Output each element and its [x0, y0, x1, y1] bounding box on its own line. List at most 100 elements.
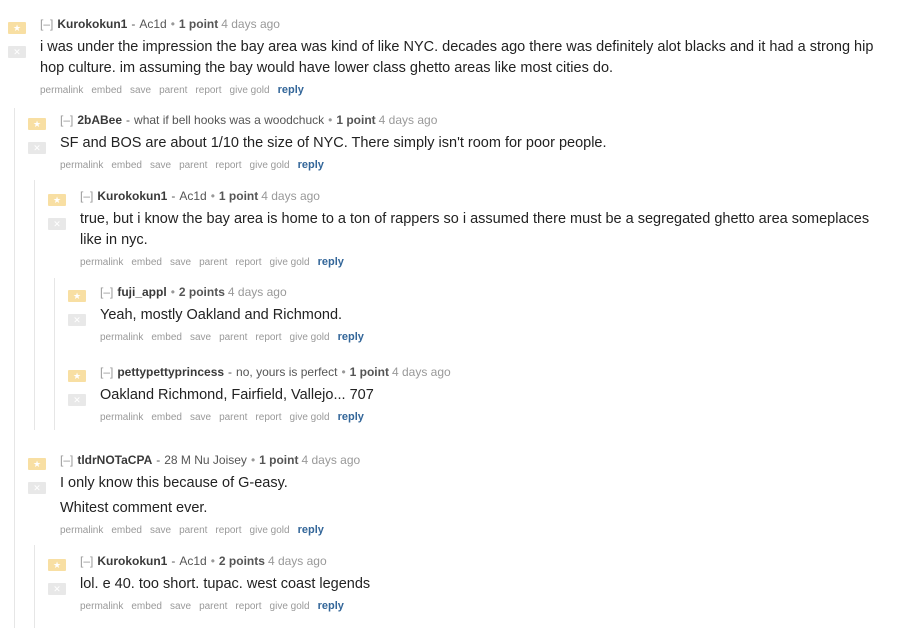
- reply-link[interactable]: reply: [278, 84, 304, 96]
- comment-author[interactable]: Kurokokun1: [97, 554, 167, 568]
- comment-author[interactable]: fuji_appl: [117, 285, 166, 299]
- reply-link[interactable]: reply: [318, 256, 344, 268]
- downvote-icon[interactable]: ✕: [48, 583, 66, 595]
- report-link[interactable]: report: [195, 85, 221, 96]
- parent-link[interactable]: parent: [179, 525, 207, 536]
- comment-author[interactable]: Kurokokun1: [97, 189, 167, 203]
- collapse-toggle[interactable]: [–]: [100, 285, 113, 299]
- comment-timestamp: 4 days ago: [221, 17, 280, 31]
- report-link[interactable]: report: [255, 412, 281, 423]
- parent-link[interactable]: parent: [219, 412, 247, 423]
- upvote-icon[interactable]: ★: [68, 290, 86, 302]
- embed-link[interactable]: embed: [91, 85, 122, 96]
- thread-line: [54, 278, 55, 430]
- permalink-link[interactable]: permalink: [100, 332, 143, 343]
- save-link[interactable]: save: [150, 160, 171, 171]
- permalink-link[interactable]: permalink: [60, 525, 103, 536]
- comment-actions: permalink embed save parent report give gold r…: [40, 83, 890, 98]
- save-link[interactable]: save: [190, 412, 211, 423]
- comment-score: 1 point: [259, 453, 299, 467]
- give-gold-link[interactable]: give gold: [250, 160, 290, 171]
- flair-separator: -: [171, 189, 176, 203]
- give-gold-link[interactable]: give gold: [270, 257, 310, 268]
- save-link[interactable]: save: [150, 525, 171, 536]
- give-gold-link[interactable]: give gold: [250, 525, 290, 536]
- comment-text: i was under the impression the bay area …: [40, 39, 874, 76]
- comment-body: Oakland Richmond, Fairfield, Vallejo... …: [100, 385, 890, 406]
- reply-link[interactable]: reply: [338, 411, 364, 423]
- downvote-icon[interactable]: ✕: [48, 218, 66, 230]
- downvote-icon[interactable]: ✕: [68, 394, 86, 406]
- collapse-toggle[interactable]: [–]: [40, 17, 53, 31]
- report-link[interactable]: report: [215, 160, 241, 171]
- reply-link[interactable]: reply: [338, 331, 364, 343]
- parent-link[interactable]: parent: [199, 257, 227, 268]
- collapse-toggle[interactable]: [–]: [80, 189, 93, 203]
- upvote-icon[interactable]: ★: [8, 22, 26, 34]
- separator-dot: •: [250, 453, 256, 467]
- parent-link[interactable]: parent: [159, 85, 187, 96]
- upvote-icon[interactable]: ★: [28, 458, 46, 470]
- report-link[interactable]: report: [235, 601, 261, 612]
- embed-link[interactable]: embed: [111, 160, 142, 171]
- downvote-icon[interactable]: ✕: [28, 142, 46, 154]
- embed-link[interactable]: embed: [131, 601, 162, 612]
- upvote-icon[interactable]: ★: [48, 559, 66, 571]
- report-link[interactable]: report: [235, 257, 261, 268]
- comment-body: i was under the impression the bay area …: [40, 37, 890, 79]
- upvote-icon[interactable]: ★: [68, 370, 86, 382]
- collapse-toggle[interactable]: [–]: [60, 453, 73, 467]
- comment: ★ ✕ [–] Kurokokun1- Ac1d • 1 point 4 days ago tr…: [48, 188, 890, 270]
- collapse-toggle[interactable]: [–]: [80, 554, 93, 568]
- separator-dot: •: [328, 113, 333, 127]
- reply-link[interactable]: reply: [298, 524, 324, 536]
- flair-separator: -: [126, 113, 131, 127]
- comment-author[interactable]: Kurokokun1: [57, 17, 127, 31]
- embed-link[interactable]: embed: [151, 412, 182, 423]
- author-flair: no, yours is perfect: [236, 365, 338, 379]
- parent-link[interactable]: parent: [219, 332, 247, 343]
- give-gold-link[interactable]: give gold: [290, 332, 330, 343]
- comment-timestamp: 4 days ago: [227, 285, 287, 299]
- comment: ★ ✕ [–] fuji_appl • 2 points 4 days ago Yeah, m…: [68, 284, 890, 345]
- comment-actions: permalink embed save parent report give gold r…: [80, 255, 890, 270]
- comment-author[interactable]: pettypettyprincess: [117, 365, 224, 379]
- downvote-icon[interactable]: ✕: [68, 314, 86, 326]
- save-link[interactable]: save: [190, 332, 211, 343]
- give-gold-link[interactable]: give gold: [270, 601, 310, 612]
- comment-text: Whitest comment ever.: [60, 500, 208, 516]
- permalink-link[interactable]: permalink: [80, 257, 123, 268]
- permalink-link[interactable]: permalink: [60, 160, 103, 171]
- comment-author[interactable]: 2bABee: [77, 113, 122, 127]
- save-link[interactable]: save: [170, 601, 191, 612]
- give-gold-link[interactable]: give gold: [290, 412, 330, 423]
- permalink-link[interactable]: permalink: [100, 412, 143, 423]
- report-link[interactable]: report: [215, 525, 241, 536]
- permalink-link[interactable]: permalink: [40, 85, 83, 96]
- report-link[interactable]: report: [255, 332, 281, 343]
- comment-actions: permalink embed save parent report give gold r…: [60, 158, 890, 173]
- comment-score: 2 points: [178, 285, 225, 299]
- reply-link[interactable]: reply: [298, 159, 324, 171]
- downvote-icon[interactable]: ✕: [8, 46, 26, 58]
- comment: ★ ✕ [–] Kurokokun1- Ac1d • 2 points 4 days ago l…: [48, 553, 890, 614]
- embed-link[interactable]: embed: [131, 257, 162, 268]
- upvote-icon[interactable]: ★: [28, 118, 46, 130]
- parent-link[interactable]: parent: [199, 601, 227, 612]
- comment-timestamp: 4 days ago: [261, 189, 320, 203]
- give-gold-link[interactable]: give gold: [230, 85, 270, 96]
- upvote-icon[interactable]: ★: [48, 194, 66, 206]
- reply-link[interactable]: reply: [318, 600, 344, 612]
- parent-link[interactable]: parent: [179, 160, 207, 171]
- downvote-icon[interactable]: ✕: [28, 482, 46, 494]
- comment-tagline: [–] Kurokokun1- Ac1d • 1 point 4 days ago: [40, 16, 890, 32]
- comment-author[interactable]: tldrNOTaCPA: [77, 453, 152, 467]
- collapse-toggle[interactable]: [–]: [60, 113, 73, 127]
- save-link[interactable]: save: [170, 257, 191, 268]
- embed-link[interactable]: embed: [111, 525, 142, 536]
- save-link[interactable]: save: [130, 85, 151, 96]
- comment-tagline: [–] tldrNOTaCPA -28 M Nu Joisey • 1 point 4 d…: [60, 452, 890, 468]
- embed-link[interactable]: embed: [151, 332, 182, 343]
- collapse-toggle[interactable]: [–]: [100, 365, 113, 379]
- permalink-link[interactable]: permalink: [80, 601, 123, 612]
